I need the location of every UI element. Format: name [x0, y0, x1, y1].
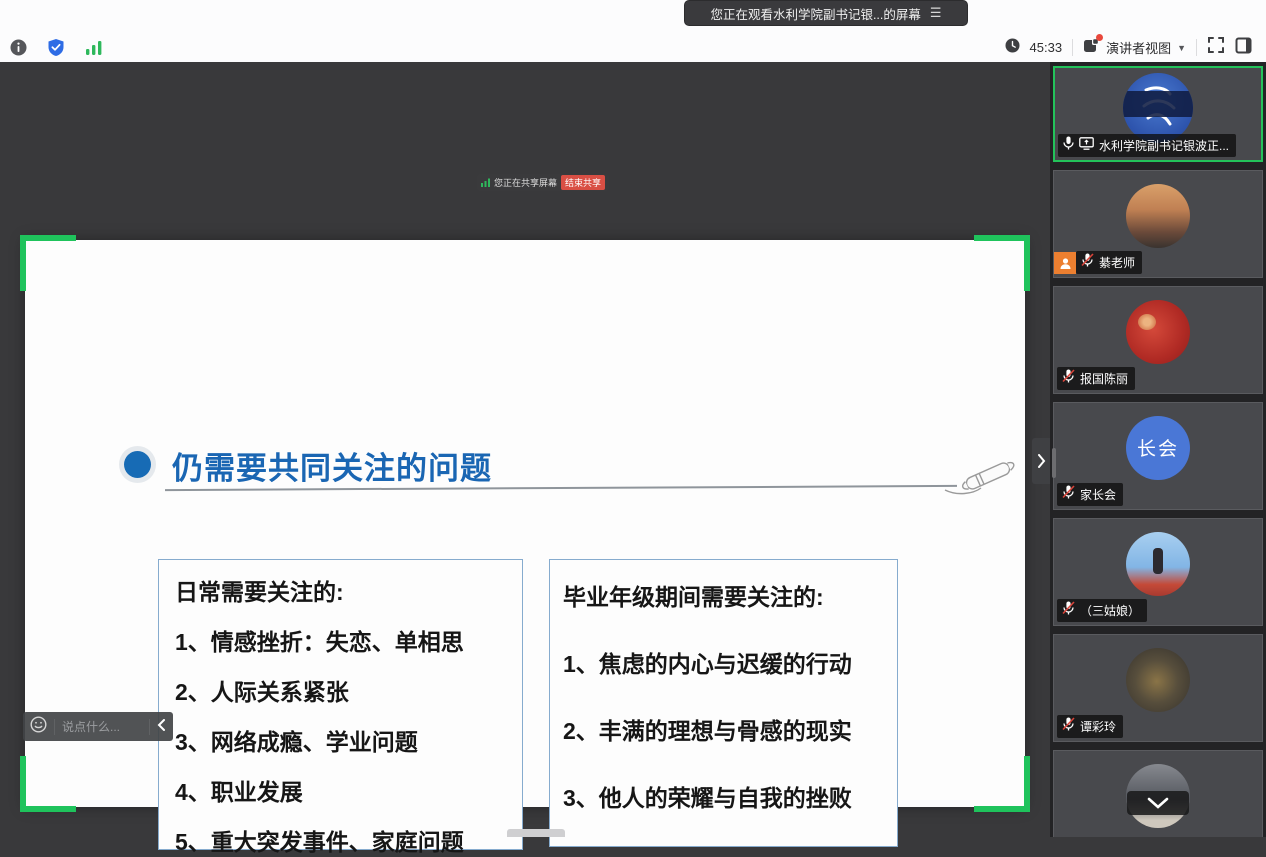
- divider: [149, 719, 150, 735]
- emoji-icon[interactable]: [30, 716, 47, 738]
- slide-title: 仍需要共同关注的问题: [172, 443, 492, 488]
- avatar-overlay: [1123, 91, 1193, 117]
- mic-muted-icon: [1062, 717, 1075, 736]
- participant-tile-presenter[interactable]: 水利学院副书记银波正...: [1053, 66, 1263, 162]
- right-box-item: 2、丰满的理想与骨感的现实: [563, 712, 884, 746]
- security-shield-icon[interactable]: [47, 38, 65, 62]
- host-badge-icon: [1054, 252, 1076, 274]
- participant-label: （三姑娘）: [1057, 599, 1147, 622]
- participant-tile[interactable]: （三姑娘）: [1053, 518, 1263, 626]
- mic-muted-icon: [1062, 601, 1075, 620]
- network-signal-icon[interactable]: [85, 40, 103, 61]
- view-mode-button[interactable]: 演讲者视图 ▼: [1083, 37, 1186, 58]
- participant-name: （三姑娘）: [1080, 602, 1140, 619]
- participant-label: 家长会: [1057, 483, 1123, 506]
- bottom-toolbar-hint: [507, 829, 565, 837]
- participant-name: 家长会: [1080, 486, 1116, 503]
- fullscreen-icon[interactable]: [1207, 36, 1225, 59]
- scroll-more-participants-button[interactable]: [1127, 791, 1189, 815]
- right-box-heading: 毕业年级期间需要关注的:: [563, 578, 884, 612]
- share-corner-marker: [20, 756, 76, 812]
- meeting-header: 45:33 演讲者视图 ▼: [0, 0, 1266, 62]
- mic-muted-icon: [1062, 485, 1075, 504]
- left-box-item: 2、人际关系紧张: [175, 673, 506, 707]
- participant-tile[interactable]: 长会 家长会: [1053, 402, 1263, 510]
- chevron-down-icon: ▼: [1177, 43, 1186, 53]
- left-box-heading: 日常需要关注的:: [175, 573, 506, 607]
- daily-concerns-box: 日常需要关注的: 1、情感挫折：失恋、单相思 2、人际关系紧张 3、网络成瘾、学…: [158, 559, 523, 850]
- title-bullet-dot: [124, 451, 151, 478]
- participant-name: 谭彩玲: [1080, 718, 1116, 735]
- chevron-left-icon[interactable]: [157, 718, 166, 736]
- right-box-item: 1、焦虑的内心与迟缓的行动: [563, 645, 884, 679]
- avatar: [1123, 73, 1193, 143]
- share-corner-marker: [974, 756, 1030, 812]
- participant-label: 水利学院副书记银波正...: [1058, 134, 1236, 157]
- avatar: [1126, 300, 1190, 364]
- stop-sharing-button[interactable]: 结束共享: [561, 175, 605, 190]
- avatar: 长会: [1126, 416, 1190, 480]
- participant-tile[interactable]: [1053, 750, 1263, 837]
- sidebar-collapse-handle[interactable]: [1032, 438, 1050, 484]
- divider: [54, 719, 55, 735]
- screen-share-icon: [1079, 137, 1094, 155]
- mic-on-icon: [1063, 136, 1074, 155]
- participant-name: 綦老师: [1099, 254, 1135, 271]
- avatar-initials: 长会: [1137, 434, 1179, 461]
- signal-bars-icon: [481, 174, 490, 192]
- divider: [1072, 39, 1073, 56]
- avatar: [1126, 532, 1190, 596]
- mic-muted-icon: [1062, 369, 1075, 388]
- banner-menu-icon[interactable]: ☰: [930, 5, 942, 21]
- avatar: [1126, 184, 1190, 248]
- sharing-status-banner: 您正在共享屏幕 结束共享: [477, 174, 609, 191]
- meeting-timer: 45:33: [1030, 40, 1063, 55]
- participant-label: 綦老师: [1076, 251, 1142, 274]
- participants-sidebar: 水利学院副书记银波正... 綦老师 报国陈丽: [1050, 62, 1266, 837]
- sidebar-scrollbar[interactable]: [1052, 448, 1056, 478]
- mic-muted-icon: [1081, 253, 1094, 272]
- participant-name: 报国陈丽: [1080, 370, 1128, 387]
- participant-tile[interactable]: 谭彩玲: [1053, 634, 1263, 742]
- right-box-item: 3、他人的荣耀与自我的挫败: [563, 779, 884, 813]
- participant-tile[interactable]: 綦老师: [1053, 170, 1263, 278]
- left-box-item: 4、职业发展: [175, 773, 506, 807]
- watching-screen-banner[interactable]: 您正在观看水利学院副书记银...的屏幕 ☰: [684, 0, 968, 26]
- avatar: [1126, 648, 1190, 712]
- divider: [1196, 39, 1197, 56]
- left-box-item: 1、情感挫折：失恋、单相思: [175, 623, 506, 657]
- pen-icon: [943, 444, 1023, 502]
- watching-screen-text: 您正在观看水利学院副书记银...的屏幕: [710, 4, 920, 23]
- share-corner-marker: [974, 235, 1030, 291]
- sharing-status-text: 您正在共享屏幕: [494, 176, 557, 189]
- chat-input[interactable]: 说点什么...: [62, 718, 142, 735]
- side-panel-toggle-icon[interactable]: [1235, 37, 1252, 59]
- speaker-view-icon: [1083, 37, 1100, 58]
- share-corner-marker: [20, 235, 76, 291]
- participant-label: 谭彩玲: [1057, 715, 1123, 738]
- left-box-item: 3、网络成瘾、学业问题: [175, 723, 506, 757]
- graduation-concerns-box: 毕业年级期间需要关注的: 1、焦虑的内心与迟缓的行动 2、丰满的理想与骨感的现实…: [549, 559, 898, 847]
- presentation-slide: 仍需要共同关注的问题 日常需要关注的: 1、情感挫折：失恋、单相思 2、人际关系…: [25, 240, 1025, 807]
- chat-quick-bar[interactable]: 说点什么...: [23, 712, 173, 741]
- clock-icon: [1005, 38, 1020, 58]
- notification-dot: [1096, 34, 1103, 41]
- participant-name: 水利学院副书记银波正...: [1099, 137, 1229, 154]
- participant-tile[interactable]: 报国陈丽: [1053, 286, 1263, 394]
- view-mode-label: 演讲者视图: [1106, 38, 1171, 57]
- info-icon[interactable]: [10, 39, 27, 61]
- left-box-item: 5、重大突发事件、家庭问题: [175, 823, 506, 857]
- participant-label: 报国陈丽: [1057, 367, 1135, 390]
